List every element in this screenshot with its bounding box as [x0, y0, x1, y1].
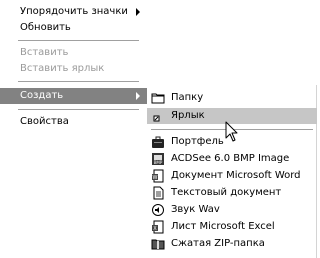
zip-folder-icon	[151, 239, 165, 250]
wav-sound-icon	[152, 204, 164, 216]
mouse-pointer-icon	[225, 121, 238, 142]
new-wav-sound-label: Звук Wav	[171, 204, 220, 215]
menu-separator	[18, 109, 139, 110]
new-word-document-label: Документ Microsoft Word	[171, 170, 301, 181]
new-zip-folder-item[interactable]: Сжатая ZIP-папка	[147, 236, 317, 252]
new-excel-sheet-label: Лист Microsoft Excel	[171, 221, 275, 232]
new-bmp-image-label: ACDSee 6.0 BMP Image	[171, 153, 290, 164]
word-document-icon: W	[152, 169, 164, 183]
new-wav-sound-item[interactable]: Звук Wav	[147, 202, 317, 218]
bmp-image-icon: BMP	[152, 153, 164, 165]
svg-text:BMP: BMP	[154, 160, 163, 165]
new-zip-folder-label: Сжатая ZIP-папка	[171, 238, 265, 249]
new-word-document-item[interactable]: W Документ Microsoft Word	[147, 168, 317, 184]
folder-icon	[151, 93, 165, 104]
submenu-arrow-icon	[136, 92, 140, 100]
menu-separator	[18, 40, 139, 41]
new-folder-label: Папку	[171, 92, 204, 103]
submenu-arrow-icon	[136, 8, 140, 16]
new-label: Создать	[20, 90, 64, 101]
shortcut-icon	[153, 115, 160, 122]
briefcase-icon	[152, 136, 164, 148]
svg-text:W: W	[153, 175, 158, 181]
menu-separator	[18, 81, 139, 82]
new-folder-item[interactable]: Папку	[147, 90, 317, 106]
refresh-item[interactable]: Обновить	[0, 20, 147, 36]
desktop-context-menu: Упорядочить значки Обновить Вставить Вст…	[0, 0, 147, 140]
paste-shortcut-item[interactable]: Вставить ярлык	[0, 61, 147, 77]
properties-item[interactable]: Свойства	[0, 114, 147, 130]
new-excel-sheet-item[interactable]: X Лист Microsoft Excel	[147, 219, 317, 235]
new-submenu: Папку Ярлык Портфель BMP ACDSee 6.0 BMP …	[147, 85, 317, 258]
new-item[interactable]: Создать	[0, 88, 147, 104]
paste-shortcut-label: Вставить ярлык	[20, 63, 105, 74]
new-bmp-image-item[interactable]: BMP ACDSee 6.0 BMP Image	[147, 151, 317, 167]
excel-sheet-icon: X	[152, 220, 164, 234]
paste-item[interactable]: Вставить	[0, 45, 147, 61]
arrange-icons-item[interactable]: Упорядочить значки	[0, 4, 147, 20]
arrange-icons-label: Упорядочить значки	[20, 6, 128, 17]
refresh-label: Обновить	[20, 22, 71, 33]
properties-label: Свойства	[20, 116, 69, 127]
new-text-document-label: Текстовый документ	[171, 187, 282, 198]
new-shortcut-label: Ярлык	[171, 110, 205, 121]
new-briefcase-label: Портфель	[171, 136, 224, 147]
svg-text:X: X	[153, 226, 157, 232]
new-text-document-item[interactable]: Текстовый документ	[147, 185, 317, 201]
text-document-icon	[153, 186, 164, 200]
paste-label: Вставить	[20, 47, 69, 58]
